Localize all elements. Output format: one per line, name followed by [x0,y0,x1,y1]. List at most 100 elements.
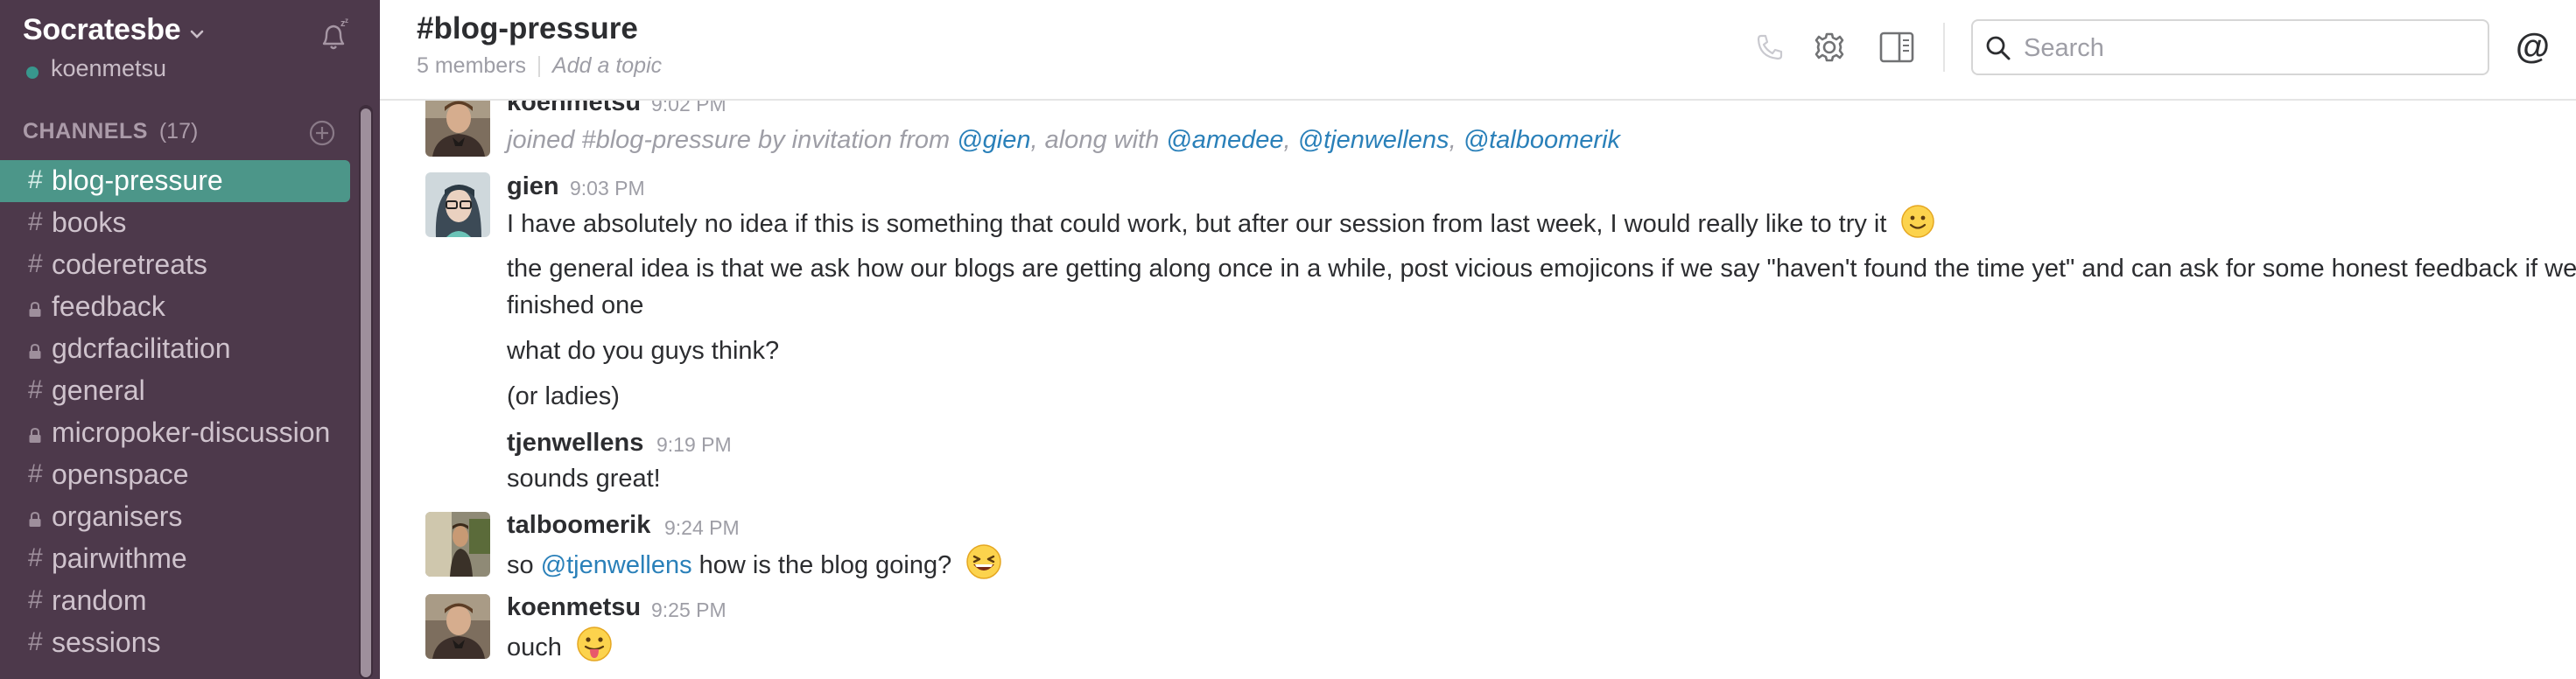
phone-icon[interactable] [1754,32,1786,63]
user-mention[interactable]: @tjenwellens [1298,126,1449,154]
sidebar-item-blog-pressure[interactable]: # blog-pressure [0,160,350,202]
sidebar-item-label: micropoker-discussion [52,416,331,448]
add-channel-icon[interactable] [308,119,336,147]
sidebar-item-books[interactable]: # books [0,202,350,244]
bell-snooze-icon[interactable]: z z [317,18,352,52]
sidebar-item-openspace[interactable]: # openspace [0,454,350,496]
channel-meta: 5 members Add a topic [417,51,662,80]
svg-text:z: z [345,18,348,24]
channels-title: CHANNELS [23,119,148,144]
channels-header[interactable]: CHANNELS (17) [23,116,347,147]
message-text: (or ladies) [507,382,620,410]
message-text: , [1449,126,1463,154]
sidebar-item-general[interactable]: # general [0,370,350,412]
sidebar-item-label: coderetreats [52,248,207,280]
message-text: , [1283,126,1298,154]
user-mention[interactable]: @talboomerik [1463,126,1620,154]
presence-icon [26,66,39,79]
channels-count: (17) [158,119,199,144]
panel-icon[interactable] [1878,30,1915,65]
message-text: the general idea is that we ask how our … [507,255,2576,319]
sidebar: Socratesbe koenmetsu z z CHANNELS (17) #… [0,0,380,679]
header-divider [1943,23,1945,72]
sidebar-item-label: gdcrfacilitation [52,332,231,364]
message-body: ouch [507,626,613,665]
chevron-down-icon [190,30,204,38]
hash-icon: # [28,375,43,404]
message-text: what do you guys think? [507,337,780,365]
message-text: ouch [507,634,562,662]
sidebar-scrollbar[interactable] [359,105,373,679]
hash-icon: # [28,585,43,614]
search-input[interactable] [2022,28,2481,68]
sidebar-item-label: pairwithme [52,542,187,574]
message-text: , along with [1030,126,1167,154]
sidebar-item-label: openspace [52,458,189,490]
message-text: how is the blog going? [691,551,952,579]
message-author[interactable]: tjenwellens [507,427,643,458]
team-menu[interactable]: Socratesbe koenmetsu [23,10,364,91]
hash-icon: # [28,207,43,236]
message-text: sounds great! [507,465,661,493]
sidebar-item-pairwithme[interactable]: # pairwithme [0,538,350,580]
hash-icon: # [28,249,43,278]
tongue-emoji [577,626,612,662]
message-body: so @tjenwellens how is the blog going? [507,543,1002,583]
avatar[interactable] [425,512,490,577]
lock-icon [29,428,41,443]
sidebar-item-feedback[interactable]: feedback [0,286,350,328]
lock-icon [29,512,41,527]
sidebar-item-label: feedback [52,290,165,322]
member-count[interactable]: 5 members [417,53,526,78]
message-author[interactable]: gien [507,171,559,202]
sidebar-item-label: organisers [52,500,183,532]
gear-icon[interactable] [1812,30,1847,65]
channel-list: # blog-pressure # books # coderetreats feedbac… [0,160,359,664]
sidebar-scroll-thumb[interactable] [361,108,371,677]
avatar[interactable] [425,101,490,157]
sidebar-item-gdcrfacilitation[interactable]: gdcrfacilitation [0,328,350,370]
message-timestamp[interactable]: 9:25 PM [651,594,726,626]
sidebar-item-label: sessions [52,626,161,658]
message-author[interactable]: koenmetsu [507,101,641,118]
hash-icon: # [28,627,43,656]
slightly-smiling-emoji [1901,205,1935,238]
search-icon [1986,36,2011,60]
message-author[interactable]: talboomerik [507,509,650,541]
avatar[interactable] [425,172,490,237]
user-mention[interactable]: @amedee [1166,126,1283,154]
sidebar-item-label: blog-pressure [52,164,223,196]
sidebar-item-label: general [52,374,145,406]
message-list: koenmetsu 9:02 PM joined #blog-pressure … [380,101,2576,679]
message-body: I have absolutely no idea if this is som… [507,204,1935,242]
channel-title[interactable]: #blog-pressure [417,9,638,49]
message-timestamp[interactable]: 9:03 PM [570,172,645,204]
message-timestamp[interactable]: 9:19 PM [656,429,732,460]
laughing-emoji [966,544,1002,579]
hash-icon: # [28,165,43,194]
search-box[interactable] [1971,19,2489,75]
message-timestamp[interactable]: 9:24 PM [664,512,740,543]
channel-header: #blog-pressure 5 members Add a topic @ [380,0,2576,101]
sidebar-item-organisers[interactable]: organisers [0,496,350,538]
message-timestamp[interactable]: 9:02 PM [651,101,726,120]
sidebar-item-random[interactable]: # random [0,580,350,622]
hash-icon: # [28,543,43,572]
message-author[interactable]: koenmetsu [507,592,641,623]
lock-icon [29,344,41,359]
current-user-name: koenmetsu [51,55,167,81]
mention-icon[interactable]: @ [2516,24,2550,68]
sidebar-item-micropoker-discussion[interactable]: micropoker-discussion [0,412,350,454]
user-mention[interactable]: @gien [957,126,1030,154]
sidebar-item-coderetreats[interactable]: # coderetreats [0,244,350,286]
join-message: joined #blog-pressure by invitation from… [507,122,1620,158]
team-name: Socratesbe [23,13,181,46]
sidebar-item-label: random [52,584,147,616]
user-mention[interactable]: @tjenwellens [541,551,692,579]
add-topic-link[interactable]: Add a topic [552,53,662,78]
message-text: I have absolutely no idea if this is som… [507,210,1887,238]
hash-icon: # [28,459,43,488]
avatar[interactable] [425,594,490,659]
message-text: joined #blog-pressure by invitation from [507,126,958,154]
sidebar-item-sessions[interactable]: # sessions [0,622,350,664]
